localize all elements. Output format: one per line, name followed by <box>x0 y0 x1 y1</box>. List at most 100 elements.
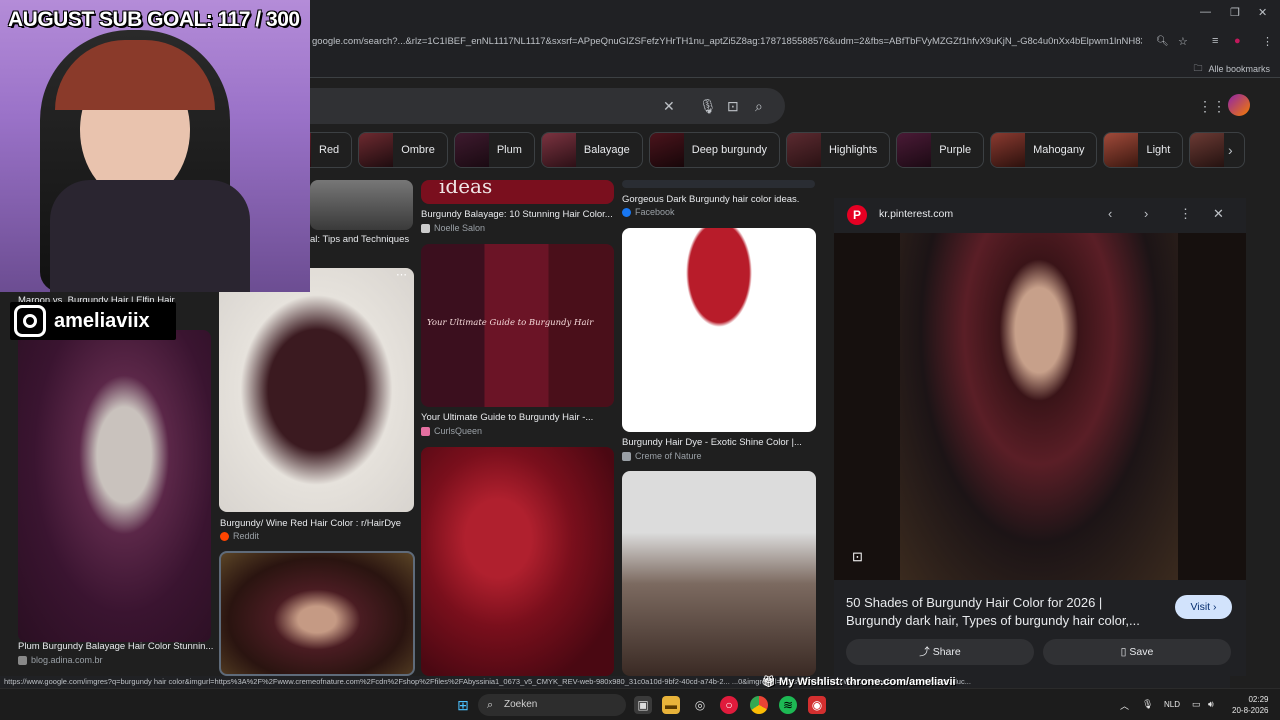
pinterest-icon: P <box>847 205 867 225</box>
result-image[interactable] <box>622 228 816 432</box>
chip-ombre[interactable]: Ombre <box>358 132 448 168</box>
task-view-icon[interactable]: ▣ <box>634 696 652 714</box>
result-image[interactable] <box>622 180 815 188</box>
share-icon: ⤴ <box>919 646 930 658</box>
prev-icon[interactable]: ‹ <box>1108 206 1112 221</box>
wishlist-text: My Wishlist: throne.com/ameliavii <box>779 676 956 688</box>
zoom-icon[interactable]: 🔍︎ <box>1156 36 1169 47</box>
result-image[interactable] <box>310 180 413 230</box>
result-source-label: Noelle Salon <box>434 223 486 233</box>
result-source-label: Facebook <box>635 207 675 217</box>
maximize-icon[interactable]: ❐ <box>1230 6 1240 19</box>
save-button[interactable]: ▯ Save <box>1043 639 1231 665</box>
chip-plum[interactable]: Plum <box>453 132 535 168</box>
image-overlay-text: ideas <box>439 180 493 198</box>
lens-icon[interactable]: ⊡ <box>727 98 739 115</box>
result-source[interactable]: Creme of Nature <box>622 451 702 461</box>
more-options-icon[interactable]: ⋯ <box>396 268 407 281</box>
site-favicon <box>18 655 27 665</box>
instagram-icon <box>14 305 46 337</box>
preview-title[interactable]: 50 Shades of Burgundy Hair Color for 202… <box>846 594 1161 630</box>
result-source-label: Creme of Nature <box>635 451 702 461</box>
result-caption[interactable]: al: Tips and Techniques <box>310 234 413 245</box>
visit-button[interactable]: Visit › <box>1175 595 1232 619</box>
close-window-icon[interactable]: ✕ <box>1258 6 1267 19</box>
lens-search-icon[interactable]: ⊡ <box>852 549 863 565</box>
result-source-label: CurlsQueen <box>434 426 483 436</box>
menu-icon[interactable]: ⋮ <box>1262 35 1273 48</box>
sub-goal-overlay: AUGUST SUB GOAL: 117 / 300 <box>8 8 300 31</box>
result-caption[interactable]: Burgundy Balayage: 10 Stunning Hair Colo… <box>421 209 614 220</box>
result-image[interactable]: ideas <box>421 180 614 204</box>
streaming-app-icon[interactable]: ◉ <box>808 696 826 714</box>
result-caption[interactable]: Plum Burgundy Balayage Hair Color Stunni… <box>18 641 213 652</box>
site-favicon <box>421 223 430 233</box>
steam-icon[interactable]: ◎ <box>691 696 709 714</box>
language-indicator[interactable]: NLD <box>1164 700 1180 709</box>
status-bar-url: https://www.google.com/imgres?q=burgundy… <box>0 676 1230 688</box>
result-source[interactable]: Facebook <box>622 207 675 217</box>
search-icon[interactable]: ⌕ <box>755 98 763 115</box>
profile-avatar-icon[interactable]: ● <box>1234 35 1241 47</box>
reading-list-icon[interactable]: ≡ <box>1212 35 1218 47</box>
taskbar-search-label: Zoeken <box>504 699 538 710</box>
site-favicon <box>622 451 631 461</box>
preview-site[interactable]: kr.pinterest.com <box>879 208 953 220</box>
apps-grid-icon[interactable]: ⋮⋮ <box>1198 98 1226 115</box>
result-image[interactable] <box>421 447 614 676</box>
result-image[interactable] <box>18 330 211 642</box>
result-caption[interactable]: Your Ultimate Guide to Burgundy Hair -..… <box>421 412 614 423</box>
chip-more[interactable] <box>1189 132 1246 168</box>
result-image[interactable]: Your Ultimate Guide to Burgundy Hair <box>421 244 614 407</box>
network-icon[interactable]: ▭ <box>1192 699 1201 710</box>
result-source[interactable]: CurlsQueen <box>421 426 482 436</box>
chip-label: Light <box>1146 144 1171 156</box>
clock[interactable]: 02:29 20-8-2026 <box>1232 694 1268 716</box>
chip-highlights[interactable]: Highlights <box>785 132 891 168</box>
instagram-badge: ameliaviix <box>10 302 176 340</box>
bookmark-icon: ▯ <box>1120 646 1127 658</box>
visit-label: Visit <box>1190 601 1211 613</box>
obs-icon[interactable]: ○ <box>720 696 738 714</box>
chip-light[interactable]: Light <box>1103 132 1184 168</box>
minimize-icon[interactable]: — <box>1200 6 1211 18</box>
chrome-icon[interactable] <box>750 696 768 714</box>
chip-mahogany[interactable]: Mahogany <box>990 132 1098 168</box>
result-source[interactable]: Noelle Salon <box>421 223 485 233</box>
result-source[interactable]: Reddit <box>220 531 259 541</box>
taskbar-search[interactable]: Zoeken <box>478 694 626 716</box>
close-icon[interactable]: ✕ <box>1213 206 1224 222</box>
volume-icon[interactable]: 🔊︎ <box>1208 699 1214 710</box>
preview-image[interactable]: ⊡ <box>834 233 1246 580</box>
file-explorer-icon[interactable]: ▬ <box>662 696 680 714</box>
result-caption[interactable]: Burgundy/ Wine Red Hair Color : r/HairDy… <box>220 518 415 529</box>
clear-search-icon[interactable]: ✕ <box>663 98 675 115</box>
account-avatar[interactable] <box>1228 94 1250 116</box>
result-source[interactable]: blog.adina.com.br <box>18 655 103 665</box>
gift-icon: 🎁︎ <box>762 676 780 688</box>
microphone-icon[interactable]: 🎙︎ <box>699 98 717 115</box>
more-options-icon[interactable]: ⋮ <box>1179 206 1192 222</box>
windows-start-icon[interactable]: ⊞ <box>454 696 472 714</box>
result-caption[interactable]: Gorgeous Dark Burgundy hair color ideas. <box>622 194 815 205</box>
chip-purple[interactable]: Purple <box>896 132 985 168</box>
clock-time: 02:29 <box>1248 695 1269 704</box>
result-image[interactable] <box>219 268 414 512</box>
bookmark-star-icon[interactable]: ☆ <box>1178 35 1188 48</box>
spotify-icon[interactable]: ≋ <box>779 696 797 714</box>
share-button[interactable]: ⤴ Share <box>846 639 1034 665</box>
chip-deep-burgundy[interactable]: Deep burgundy <box>648 132 780 168</box>
chip-balayage[interactable]: Balayage <box>540 132 643 168</box>
tray-overflow-icon[interactable]: ︿ <box>1120 699 1129 712</box>
next-icon[interactable]: › <box>1144 206 1148 221</box>
result-image-selected[interactable] <box>219 551 415 676</box>
microphone-tray-icon[interactable]: 🎙︎ <box>1142 699 1153 710</box>
url-text[interactable]: google.com/search?...&rlz=1C1IBEF_enNL11… <box>312 36 1142 47</box>
result-caption[interactable]: Burgundy Hair Dye - Exotic Shine Color |… <box>622 437 815 448</box>
chip-label: Purple <box>939 144 972 156</box>
clock-date: 20-8-2026 <box>1232 706 1269 715</box>
chevron-right-icon[interactable]: › <box>1228 142 1233 158</box>
all-bookmarks[interactable]: 🗀 Alle bookmarks <box>1193 61 1270 77</box>
result-image[interactable] <box>622 471 816 676</box>
chip-label: Ombre <box>401 144 435 156</box>
